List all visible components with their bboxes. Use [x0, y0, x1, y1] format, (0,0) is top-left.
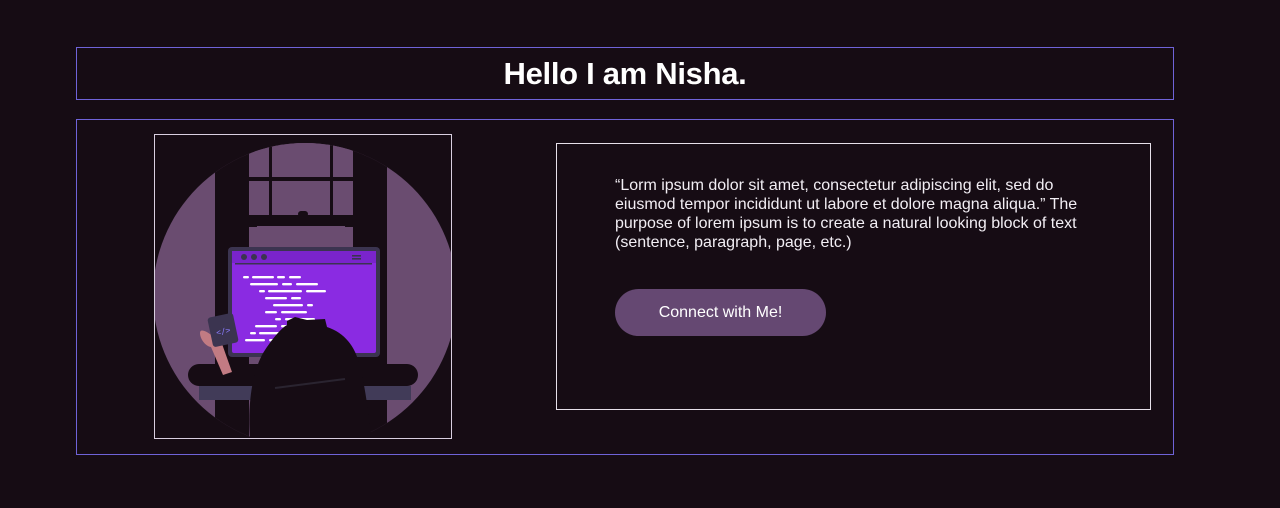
intro-quote: “Lorm ipsum dolor sit amet, consectetur …: [615, 177, 1078, 251]
header-banner: Hello I am Nisha.: [76, 47, 1174, 100]
page-title: Hello I am Nisha.: [503, 55, 747, 91]
intro-card: “Lorm ipsum dolor sit amet, consectetur …: [556, 143, 1151, 410]
about-section: </> “Lorm ipsum dolor sit amet, consecte…: [76, 119, 1174, 455]
connect-button[interactable]: Connect with Me!: [615, 289, 826, 336]
programmer-illustration: </>: [154, 134, 452, 439]
